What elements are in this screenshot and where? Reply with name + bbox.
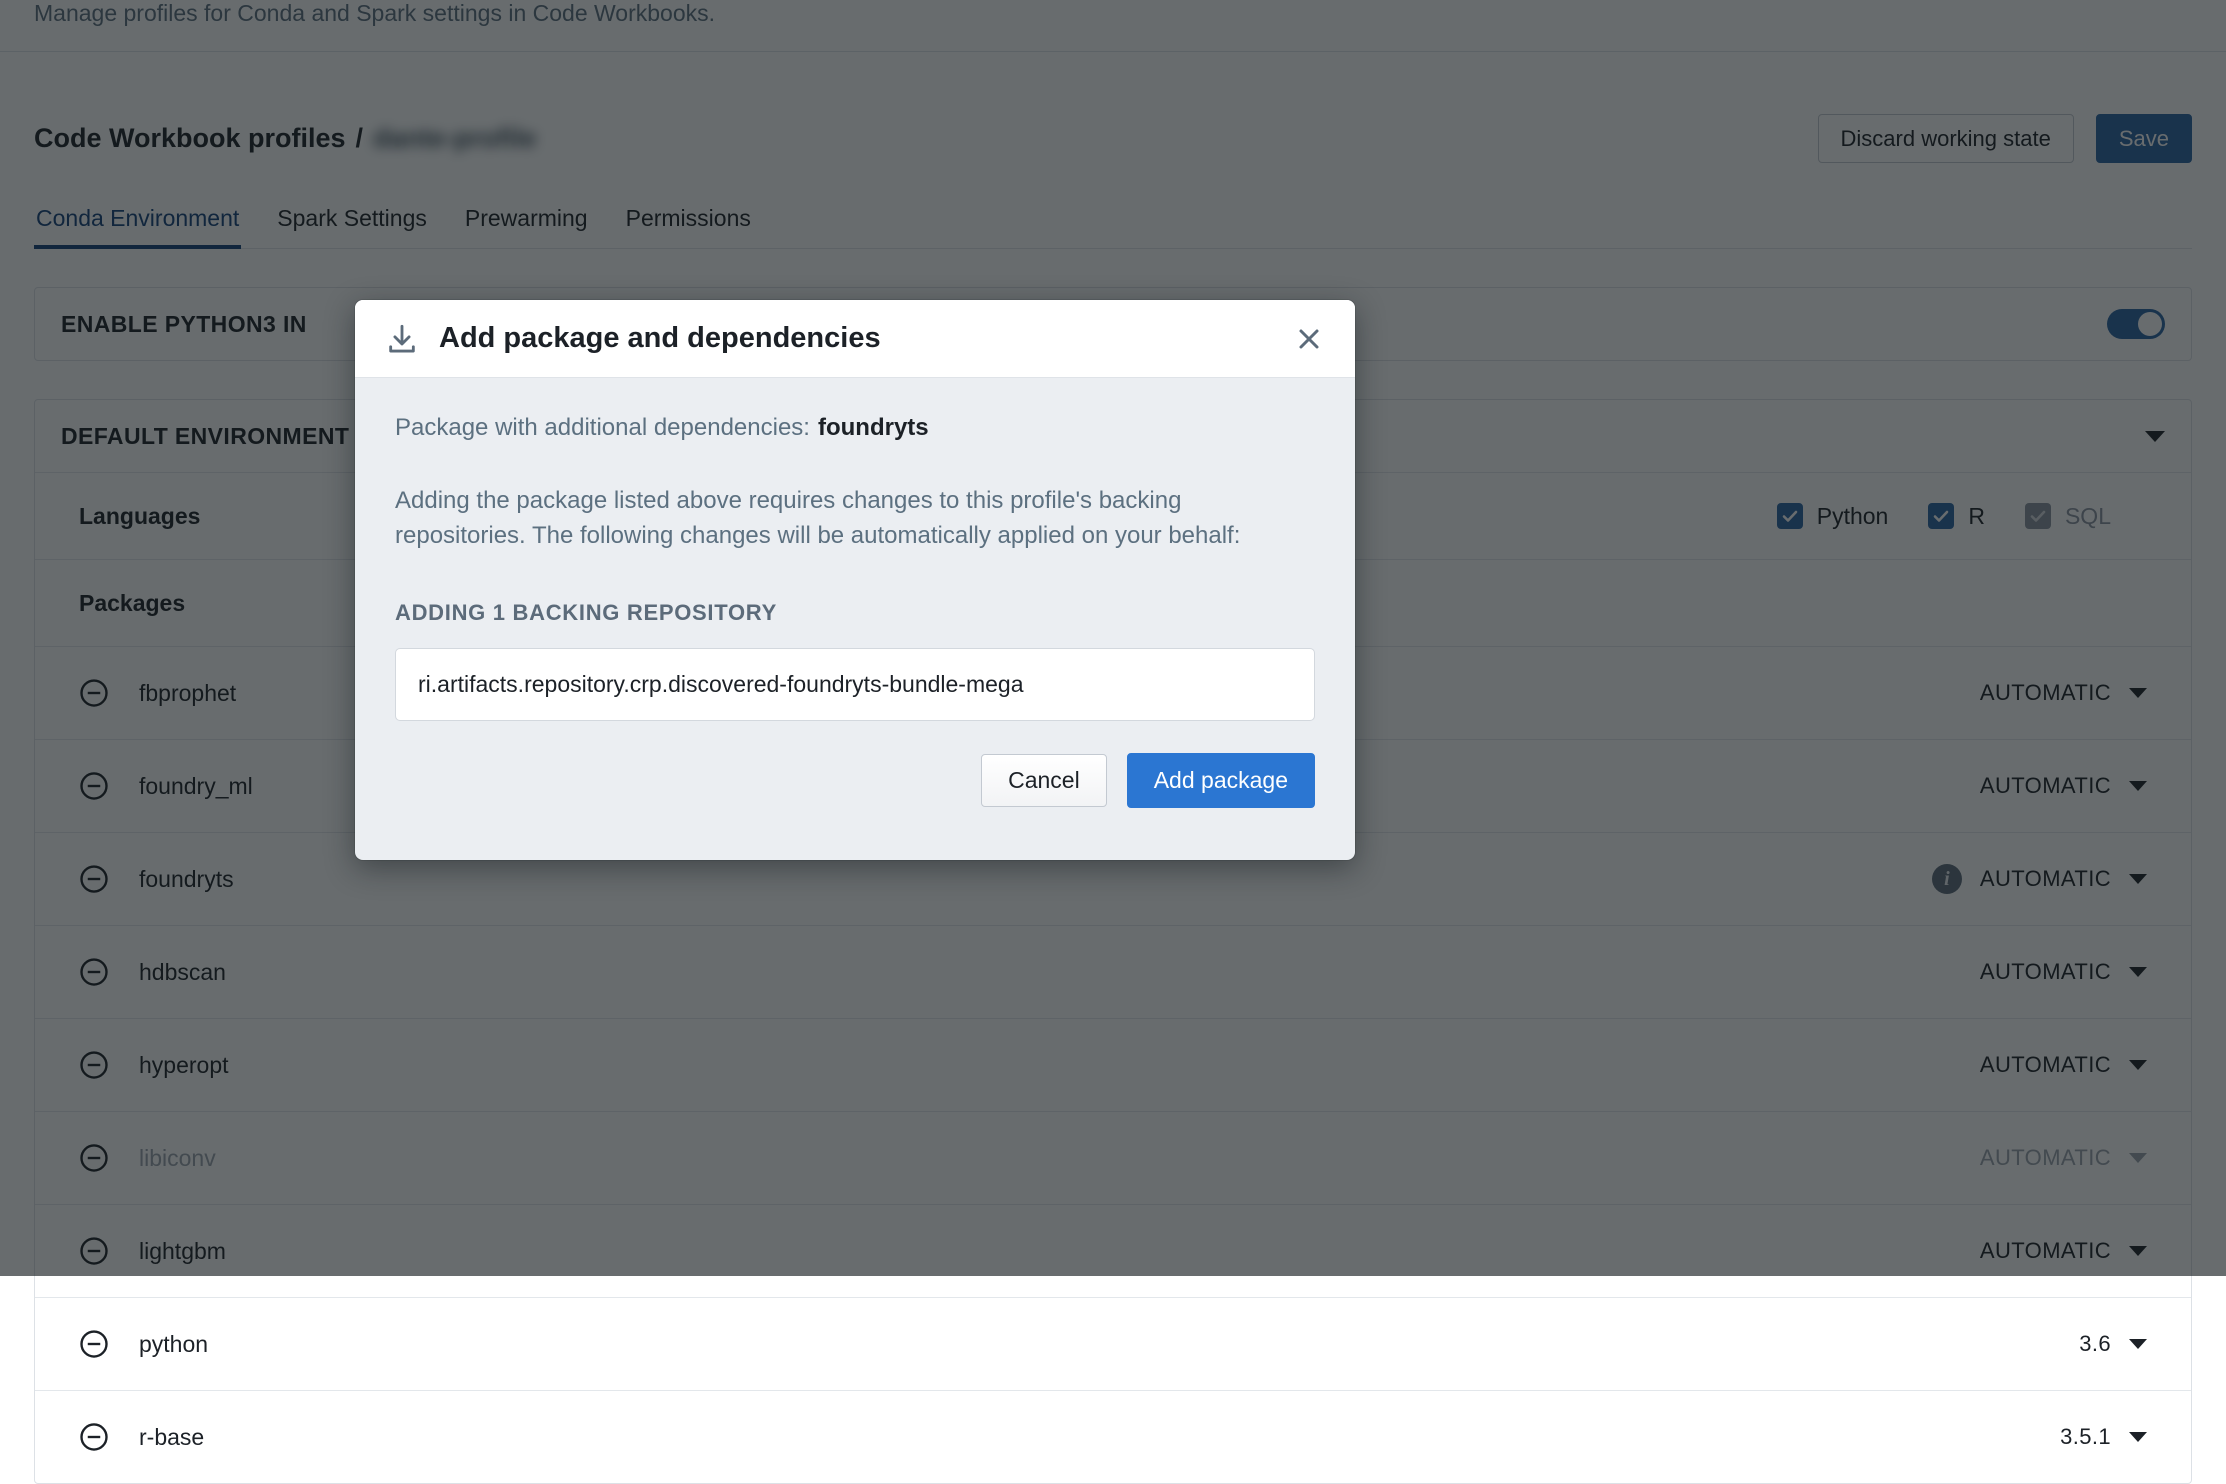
package-name: r-base [139,1424,204,1451]
dialog-footer: Cancel Add package [355,721,1355,808]
dialog-description: Adding the package listed above requires… [395,484,1295,554]
dialog-title: Add package and dependencies [439,322,1269,355]
package-summary-label: Package with additional dependencies: [395,414,810,441]
chevron-down-icon[interactable] [2129,1432,2147,1442]
chevron-down-icon[interactable] [2129,1339,2147,1349]
repository-input[interactable] [395,648,1315,721]
package-version: 3.5.1 [2060,1424,2111,1450]
dialog-body: Package with additional dependencies: fou… [355,378,1355,721]
add-package-dialog: Add package and dependencies Package wit… [355,300,1355,860]
dialog-header: Add package and dependencies [355,300,1355,378]
add-package-button[interactable]: Add package [1127,753,1315,808]
package-name: python [139,1331,208,1358]
package-summary-name: foundryts [818,414,929,441]
repository-section-heading: ADDING 1 BACKING REPOSITORY [395,600,1315,626]
download-icon [385,322,419,356]
package-summary-line: Package with additional dependencies: fou… [395,414,1315,442]
dialog-bottom-padding [355,808,1355,860]
package-version: 3.6 [2079,1331,2111,1357]
cancel-button[interactable]: Cancel [981,754,1107,807]
close-icon[interactable] [1289,319,1329,359]
table-row: python 3.6 [35,1297,2191,1390]
table-row: r-base 3.5.1 [35,1390,2191,1483]
remove-package-icon[interactable] [79,1329,109,1359]
remove-package-icon[interactable] [79,1422,109,1452]
